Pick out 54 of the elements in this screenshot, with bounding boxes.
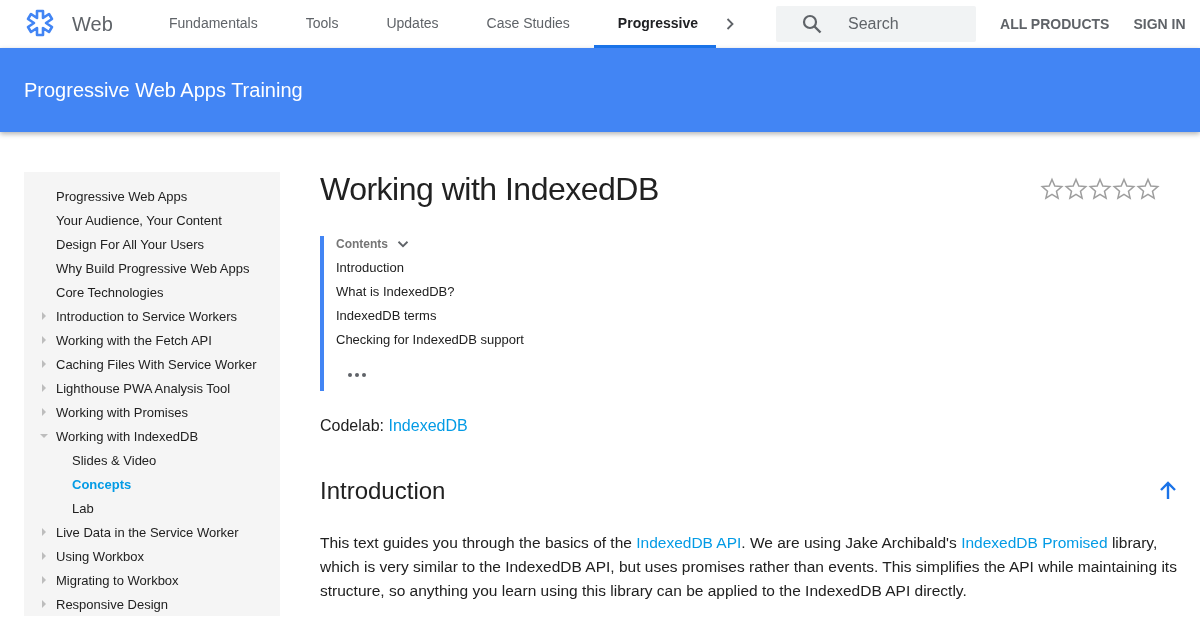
page-title: Working with IndexedDB — [320, 170, 659, 208]
triangle-right-icon[interactable] — [40, 408, 48, 416]
nav-tab[interactable]: Updates — [362, 0, 463, 48]
star-icon[interactable] — [1112, 177, 1136, 201]
sidebar-item[interactable]: Lighthouse PWA Analysis Tool — [56, 380, 231, 396]
product-name[interactable]: Web — [72, 12, 169, 36]
triangle-right-icon[interactable] — [40, 336, 48, 344]
triangle-right-icon[interactable] — [40, 360, 48, 368]
sidebar-item[interactable]: Using Workbox — [56, 548, 144, 564]
intro-paragraph: This text guides you through the basics of the IndexedDB API. We are using Jake Archibald's IndexedDB Promised library, which is very similar to the IndexedDB API, but uses promises rather than events. This simplifies the API while maintaining its structure, so anything you learn using this library can be applied to the IndexedDB API directly. — [320, 533, 1178, 601]
star-icon[interactable] — [1064, 177, 1088, 201]
contents-link[interactable]: Checking for IndexedDB support — [336, 328, 1160, 352]
star-icon[interactable] — [1088, 177, 1112, 201]
sidebar-item[interactable]: Slides & Video — [72, 452, 157, 468]
star-icon[interactable] — [1040, 177, 1064, 201]
nav-tab[interactable]: Tools — [281, 0, 363, 48]
star-icon[interactable] — [1136, 177, 1160, 201]
sidebar-item[interactable]: Caching Files With Service Worker — [56, 356, 257, 372]
triangle-right-icon[interactable] — [40, 600, 48, 608]
sidebar-item[interactable]: Migrating to Workbox — [56, 572, 179, 588]
sidebar-item[interactable]: Working with Promises — [56, 404, 188, 420]
sidebar-item[interactable]: Responsive Design — [56, 596, 168, 612]
header-link[interactable]: ALL PRODUCTS — [1000, 16, 1110, 32]
search-field[interactable]: Search — [776, 6, 976, 42]
search-input[interactable]: Search — [846, 14, 970, 34]
contents-link[interactable]: Introduction — [336, 256, 1160, 280]
contents-link[interactable]: What is IndexedDB? — [336, 280, 1160, 304]
nav-tab[interactable]: Case Studies — [462, 0, 594, 48]
sidebar-item[interactable]: Introduction to Service Workers — [56, 308, 238, 324]
sidebar-item[interactable]: Design For All Your Users — [56, 236, 205, 252]
sidebar-item[interactable]: Core Technologies — [56, 284, 164, 300]
search-icon — [800, 12, 824, 36]
sidebar-item[interactable]: Working with the Fetch API — [56, 332, 212, 348]
section-heading: Introduction — [320, 477, 446, 505]
triangle-down-icon[interactable] — [40, 432, 48, 440]
triangle-right-icon[interactable] — [40, 576, 48, 584]
sidebar-item[interactable]: Lab — [72, 500, 94, 516]
sidebar-item[interactable]: Progressive Web Apps — [56, 188, 188, 204]
sidebar-item[interactable]: Your Audience, Your Content — [56, 212, 222, 228]
contents-heading: Contents — [336, 237, 388, 251]
triangle-right-icon[interactable] — [40, 312, 48, 320]
nav-tab[interactable]: Fundamentals — [169, 0, 282, 48]
more-icon[interactable] — [348, 373, 366, 377]
triangle-right-icon[interactable] — [40, 384, 48, 392]
triangle-right-icon[interactable] — [40, 528, 48, 536]
codelab-line: Codelab: IndexedDB — [320, 417, 469, 435]
star-rating[interactable] — [1040, 177, 1160, 201]
sidebar-item[interactable]: Working with IndexedDB — [56, 428, 199, 444]
triangle-right-icon[interactable] — [40, 552, 48, 560]
contents-link[interactable]: IndexedDB terms — [336, 304, 1160, 328]
banner-title: Progressive Web Apps Training — [24, 78, 303, 102]
header-link[interactable]: SIGN IN — [1133, 16, 1186, 32]
sidebar-item[interactable]: Why Build Progressive Web Apps — [56, 260, 250, 276]
sidebar-item[interactable]: Live Data in the Service Worker — [56, 524, 239, 540]
